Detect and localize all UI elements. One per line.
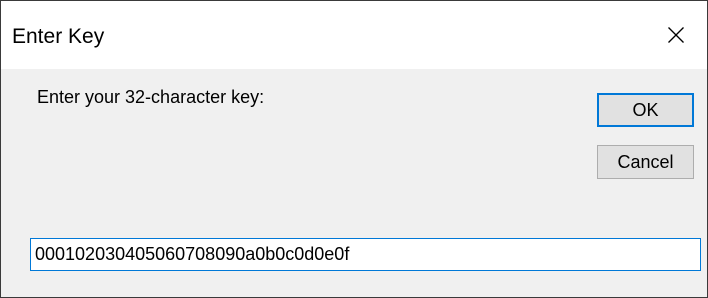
window-title: Enter Key (12, 25, 105, 48)
close-button[interactable] (645, 1, 707, 69)
close-icon (668, 27, 684, 43)
cancel-button[interactable]: Cancel (597, 145, 694, 179)
title-bar[interactable]: Enter Key (1, 1, 707, 69)
ok-button[interactable]: OK (597, 93, 694, 127)
enter-key-dialog: Enter Key Enter your 32-character key: O… (0, 0, 708, 298)
key-input[interactable] (30, 238, 701, 271)
dialog-body: Enter your 32-character key: OK Cancel (1, 69, 707, 297)
key-prompt-label: Enter your 32-character key: (37, 87, 265, 107)
